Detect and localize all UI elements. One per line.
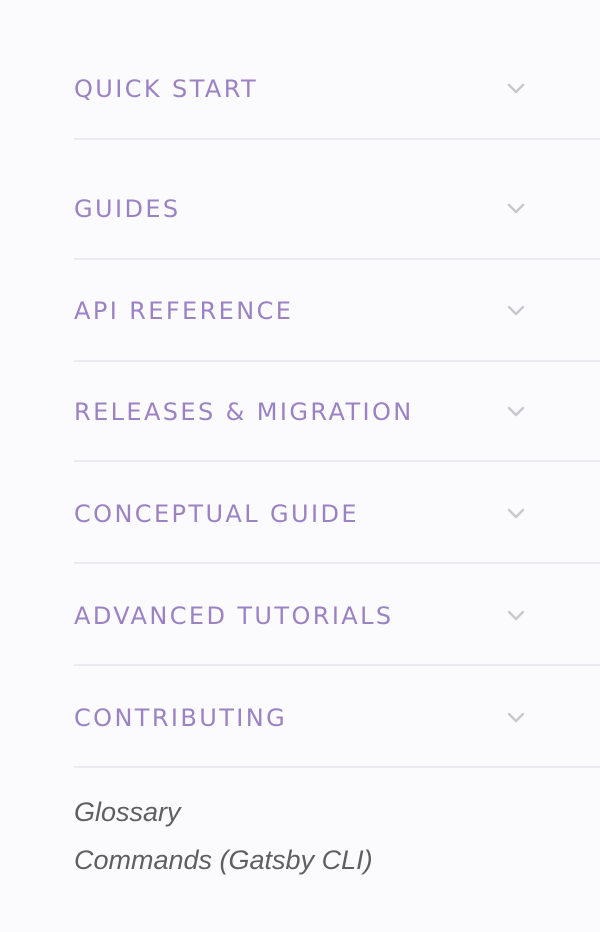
nav-section-label: ADVANCED TUTORIALS	[74, 602, 394, 630]
chevron-down-icon[interactable]	[504, 76, 528, 100]
nav-section-releases-migration[interactable]: RELEASES & MIGRATION	[74, 362, 600, 462]
nav-links: Glossary Commands (Gatsby CLI)	[74, 788, 600, 884]
nav-section-quick-start[interactable]: QUICK START	[74, 0, 600, 140]
nav-section-label: GUIDES	[74, 195, 181, 223]
chevron-down-icon[interactable]	[504, 603, 528, 627]
nav-link-commands-gatsby-cli[interactable]: Commands (Gatsby CLI)	[74, 836, 600, 884]
chevron-down-icon[interactable]	[504, 705, 528, 729]
nav-section-label: CONTRIBUTING	[74, 704, 288, 732]
nav-section-advanced-tutorials[interactable]: ADVANCED TUTORIALS	[74, 564, 600, 666]
nav-link-glossary[interactable]: Glossary	[74, 788, 600, 836]
nav-section-contributing[interactable]: CONTRIBUTING	[74, 666, 600, 768]
docs-sidebar: QUICK START GUIDES API REFERENCE RELEASE…	[0, 0, 600, 932]
nav-section-api-reference[interactable]: API REFERENCE	[74, 260, 600, 362]
chevron-down-icon[interactable]	[504, 298, 528, 322]
chevron-down-icon[interactable]	[504, 399, 528, 423]
nav-section-label: CONCEPTUAL GUIDE	[74, 500, 359, 528]
chevron-down-icon[interactable]	[504, 196, 528, 220]
nav-section-label: RELEASES & MIGRATION	[74, 398, 414, 426]
nav-section-label: API REFERENCE	[74, 297, 294, 325]
chevron-down-icon[interactable]	[504, 501, 528, 525]
nav-section-guides[interactable]: GUIDES	[74, 140, 600, 260]
nav-section-label: QUICK START	[74, 75, 259, 103]
nav-section-conceptual-guide[interactable]: CONCEPTUAL GUIDE	[74, 462, 600, 564]
